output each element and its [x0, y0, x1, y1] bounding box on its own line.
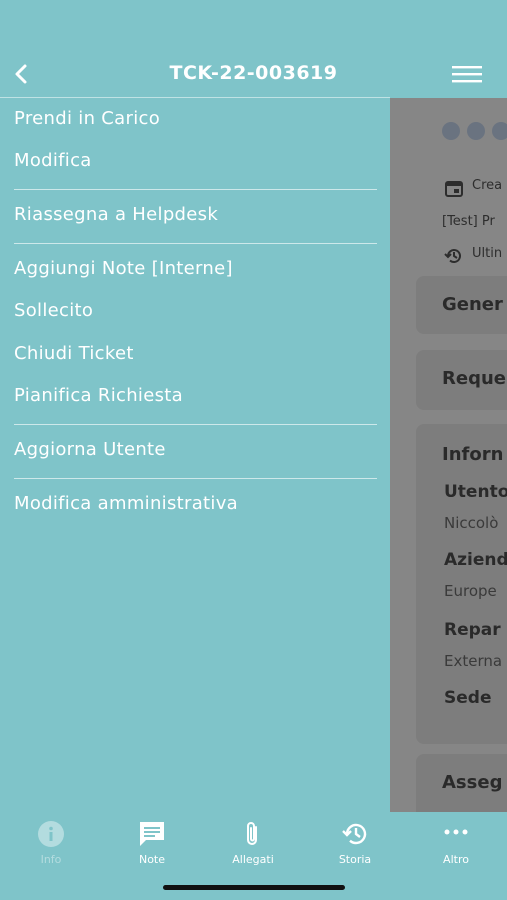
tab-history-label: Storia — [338, 853, 372, 866]
tab-note[interactable]: Note — [112, 820, 192, 866]
more-icon — [444, 829, 468, 835]
department-value: Externa — [444, 652, 503, 670]
department-label: Repar — [444, 620, 501, 640]
hamburger-menu-icon[interactable] — [451, 64, 483, 84]
menu-divider — [14, 424, 377, 425]
menu-divider — [14, 478, 377, 479]
menu-divider — [14, 243, 377, 244]
subject-text: [Test] Pr — [442, 214, 495, 229]
chat-icon — [140, 822, 164, 846]
menu-item-reassign-helpdesk[interactable]: Riassegna a Helpdesk — [14, 204, 218, 225]
menu-divider — [14, 189, 377, 190]
menu-item-update-user[interactable]: Aggiorna Utente — [14, 439, 166, 460]
tab-info-label: Info — [40, 853, 62, 866]
user-value: Niccolò — [444, 514, 499, 532]
page-title: TCK-22-003619 — [169, 62, 338, 84]
menu-item-edit[interactable]: Modifica — [14, 150, 92, 171]
tab-attachments-label: Allegati — [232, 853, 274, 866]
tab-info[interactable]: Info — [11, 820, 91, 866]
history-icon — [342, 823, 367, 845]
app-header: TCK-22-003619 — [0, 0, 507, 98]
menu-item-schedule-request[interactable]: Pianifica Richiesta — [14, 385, 183, 406]
calendar-icon — [445, 181, 463, 197]
section-assign: Asseg — [442, 772, 503, 793]
tab-more-label: Altro — [443, 853, 469, 866]
tab-attachments[interactable]: Allegati — [213, 820, 293, 866]
tab-note-label: Note — [138, 853, 166, 866]
company-value: Europe — [444, 582, 497, 600]
tab-more[interactable]: Altro — [416, 820, 496, 866]
background-content-overlay[interactable]: Crea [Test] Pr Ultin Gener Reque Inforn … — [390, 98, 507, 812]
home-indicator — [163, 885, 345, 890]
history-small-icon — [444, 249, 461, 264]
paperclip-icon — [247, 822, 257, 845]
section-general: Gener — [442, 294, 503, 315]
info-icon — [38, 821, 64, 847]
menu-item-admin-edit[interactable]: Modifica amministrativa — [14, 493, 238, 514]
section-request: Reque — [442, 368, 506, 389]
menu-item-reminder[interactable]: Sollecito — [14, 300, 93, 321]
menu-item-add-internal-notes[interactable]: Aggiungi Note [Interne] — [14, 258, 233, 279]
created-text: Crea — [472, 178, 503, 193]
last-update-text: Ultin — [472, 246, 503, 261]
actions-drawer: Prendi in Carico Modifica Riassegna a He… — [0, 98, 390, 812]
menu-item-take-charge[interactable]: Prendi in Carico — [14, 108, 160, 129]
company-label: Aziend — [444, 550, 507, 570]
tab-history[interactable]: Storia — [315, 820, 395, 866]
progress-dots — [442, 122, 507, 140]
user-label: Utento — [444, 482, 507, 502]
menu-item-close-ticket[interactable]: Chiudi Ticket — [14, 343, 134, 364]
site-label: Sede — [444, 688, 492, 708]
section-info: Inforn — [442, 444, 504, 465]
